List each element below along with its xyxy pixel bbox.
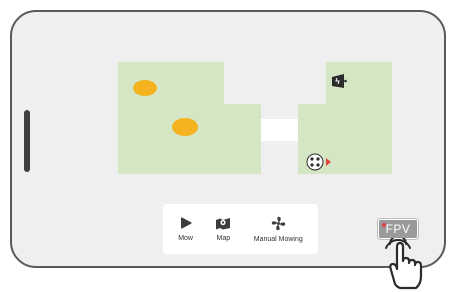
pointing-hand-icon [378, 235, 432, 292]
map-button[interactable]: Map [215, 216, 231, 242]
action-bar: Mow Map Manual Mowing [163, 204, 318, 254]
manual-mowing-label: Manual Mowing [253, 235, 303, 243]
passage [261, 119, 298, 141]
map-pin-icon [215, 216, 231, 230]
no-go-zone[interactable] [172, 118, 198, 136]
mow-button[interactable]: Mow [178, 216, 193, 242]
mow-label: Mow [178, 235, 193, 242]
charging-station-icon[interactable] [332, 74, 347, 88]
fpv-indicator-dot [382, 223, 386, 227]
manual-mowing-button[interactable]: Manual Mowing [254, 216, 303, 243]
map-label: Map [216, 235, 231, 242]
stage: Mow Map Manual Mowing FPV [0, 0, 454, 292]
fpv-button[interactable]: FPV [377, 218, 419, 240]
play-icon [179, 216, 193, 230]
fpv-label: FPV [385, 222, 411, 236]
zone-left[interactable] [118, 62, 224, 174]
no-go-zone[interactable] [133, 80, 157, 96]
fan-blade-icon [271, 216, 286, 231]
mower-icon[interactable] [306, 153, 332, 171]
zone-left-extension[interactable] [224, 104, 261, 174]
